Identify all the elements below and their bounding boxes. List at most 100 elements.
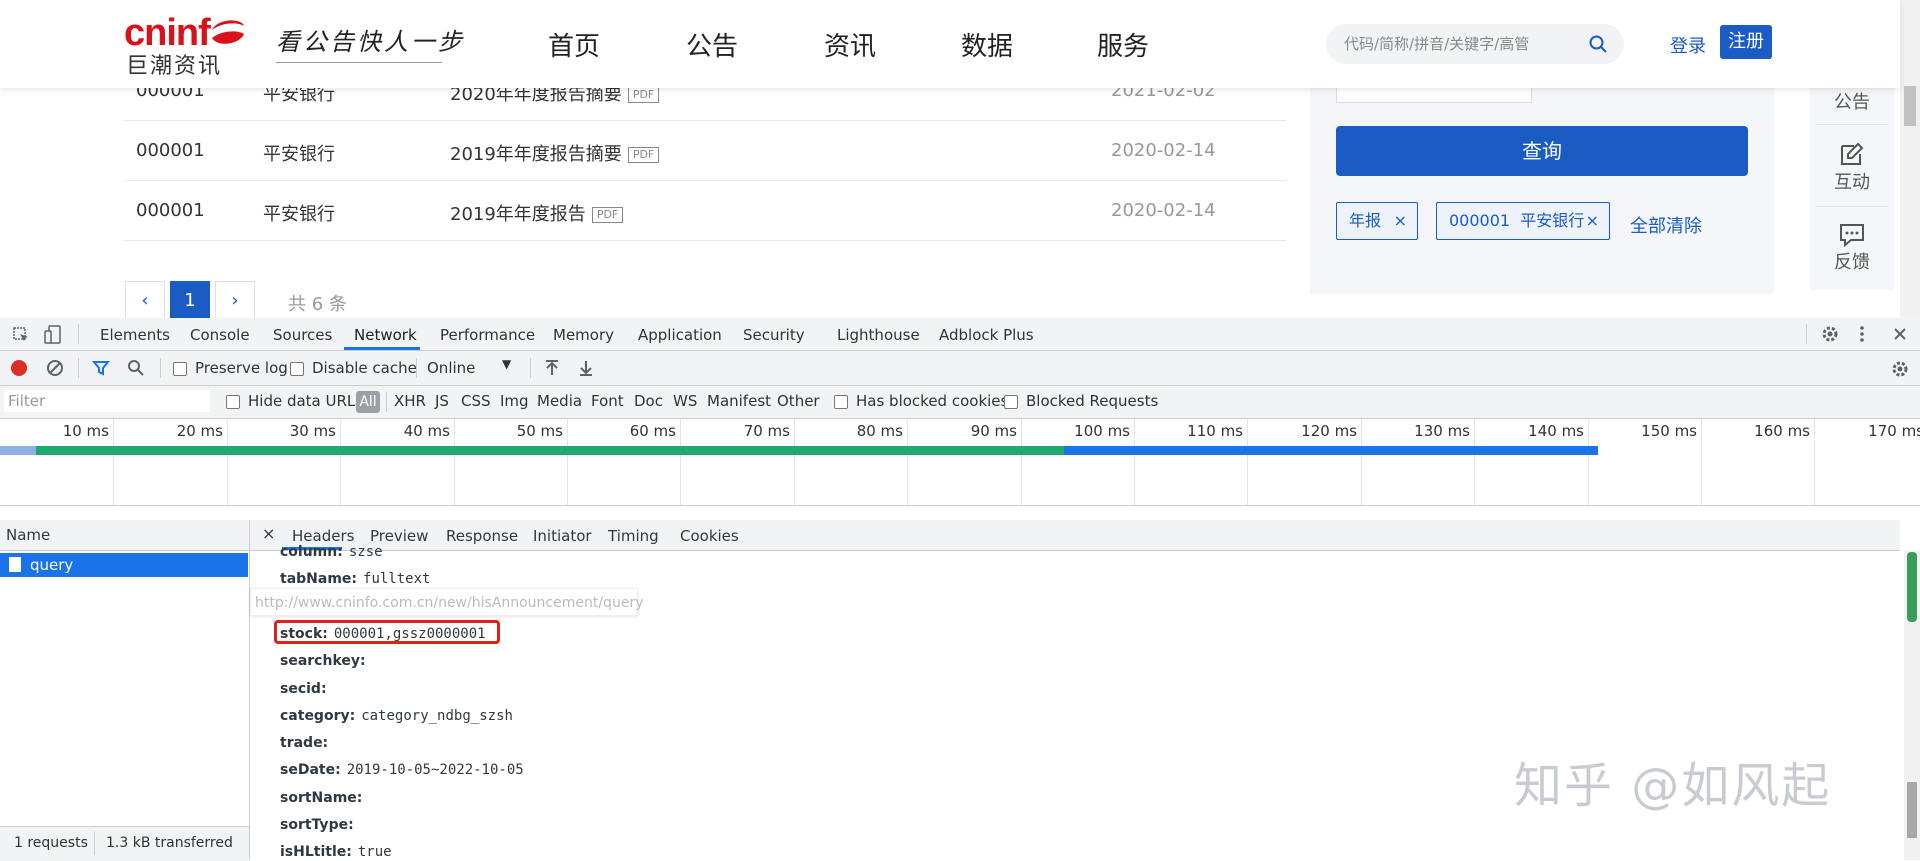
form-data-row: category: category_ndbg_szsh [280,708,513,724]
table-row[interactable]: 000001 平安银行 2019年年度报告摘要 PDF 2020-02-14 [124,120,1286,181]
watermark: 知乎 @如风起 [1514,758,1832,814]
row-title[interactable]: 2019年年度报告 PDF [450,200,624,226]
tab-preview[interactable]: Preview [370,527,428,545]
pdf-icon[interactable]: PDF [627,147,660,163]
close-icon[interactable] [1892,326,1908,342]
has-blocked-cookies-checkbox[interactable] [834,395,848,409]
export-har-icon[interactable] [578,359,594,377]
register-button[interactable]: 注册 [1720,25,1772,59]
filter-input[interactable]: Filter [4,390,210,412]
type-filter-other[interactable]: Other [777,392,820,410]
divider [386,392,387,412]
gear-icon[interactable] [1820,324,1840,344]
type-filter-manifest[interactable]: Manifest [707,392,771,410]
edit-icon [1841,142,1864,165]
filter-icon[interactable] [92,359,110,377]
tab-performance[interactable]: Performance [440,326,535,344]
more-options-icon[interactable] [1856,324,1868,344]
tab-headers[interactable]: Headers [292,527,354,545]
disable-cache-checkbox[interactable] [290,362,304,376]
tag-close-icon[interactable]: × [1586,203,1599,239]
scrollbar-thumb-lower[interactable] [1907,782,1917,838]
tab-elements[interactable]: Elements [100,326,170,344]
page-scrollbar-thumb[interactable] [1904,86,1916,126]
disable-cache-label: Disable cache [312,359,417,377]
tab-memory[interactable]: Memory [553,326,614,344]
detail-scrollbar[interactable] [1904,550,1920,860]
device-toolbar-icon[interactable] [44,325,62,345]
search-icon[interactable] [127,359,145,377]
pager-prev-button[interactable]: ‹ [125,281,165,318]
throttling-select[interactable]: Online [427,359,475,377]
nav-news[interactable]: 资讯 [824,26,876,63]
blocked-requests-checkbox[interactable] [1004,395,1018,409]
nav-home[interactable]: 首页 [548,26,600,63]
login-link[interactable]: 登录 [1670,32,1706,58]
search-input[interactable]: 代码/简称/拼音/关键字/高管 [1326,24,1624,64]
query-button[interactable]: 查询 [1336,126,1748,176]
close-detail-icon[interactable]: × [262,524,275,543]
pdf-icon[interactable]: PDF [591,207,624,223]
request-row-query[interactable]: query [0,553,248,577]
tab-console[interactable]: Console [190,326,250,344]
chevron-down-icon[interactable]: ▼ [502,357,511,371]
side-item-interaction[interactable]: 互动 [1810,140,1894,194]
tab-timing[interactable]: Timing [608,527,659,545]
hide-data-urls-checkbox[interactable] [226,395,240,409]
row-date: 2020-02-14 [1111,200,1216,221]
pdf-icon[interactable]: PDF [627,87,660,103]
nav-announcements[interactable]: 公告 [686,26,738,63]
type-filter-ws[interactable]: WS [673,392,697,410]
tab-sources[interactable]: Sources [273,326,332,344]
form-data-value: 2019-10-05~2022-10-05 [346,762,524,778]
type-filter-all[interactable]: All [356,391,380,413]
type-filter-css[interactable]: CSS [461,392,491,410]
hide-data-urls-label: Hide data URLs [248,392,364,410]
form-data-key: isHLtitle: [280,844,352,860]
clear-all-link[interactable]: 全部清除 [1630,212,1702,238]
row-title-text: 2019年年度报告 [450,204,586,225]
type-filter-js[interactable]: JS [435,392,449,410]
tag-close-icon[interactable]: × [1394,203,1407,239]
preserve-log-checkbox[interactable] [173,362,187,376]
type-filter-doc[interactable]: Doc [634,392,663,410]
nav-services[interactable]: 服务 [1097,26,1149,63]
network-toolbar: Preserve log Disable cache Online ▼ [0,351,1920,386]
type-filter-xhr[interactable]: XHR [394,392,426,410]
tab-network[interactable]: Network [354,326,417,344]
type-filter-media[interactable]: Media [537,392,582,410]
tab-security[interactable]: Security [743,326,805,344]
type-filter-img[interactable]: Img [500,392,529,410]
tab-initiator[interactable]: Initiator [533,527,592,545]
tab-adblock-plus[interactable]: Adblock Plus [939,326,1034,344]
side-item-feedback[interactable]: 反馈 [1810,222,1894,274]
nav-data[interactable]: 数据 [961,26,1013,63]
name-column-header[interactable]: Name [0,520,249,551]
network-settings-icon[interactable] [1890,359,1910,379]
pager-total: 共 6 条 [288,294,347,315]
type-filter-font[interactable]: Font [591,392,624,410]
record-icon[interactable] [10,359,28,377]
tab-application[interactable]: Application [638,326,722,344]
row-title-text: 2019年年度报告摘要 [450,144,622,165]
side-item-announcement[interactable]: 公告 [1810,88,1894,114]
row-code: 000001 [136,140,205,161]
import-har-icon[interactable] [544,359,560,377]
website-viewport: 000001 平安银行 2020年年度报告摘要 PDF 2021-02-02 00… [0,0,1920,318]
timeline-gridline [1474,419,1475,505]
timeline-tick-label: 140 ms [1528,422,1584,440]
pager-next-button[interactable]: › [215,281,255,318]
tab-lighthouse[interactable]: Lighthouse [837,326,920,344]
clear-icon[interactable] [46,359,64,377]
pager-page-1[interactable]: 1 [170,281,210,318]
page-scrollbar[interactable] [1900,0,1920,318]
timeline-tick-label: 160 ms [1754,422,1810,440]
tab-response[interactable]: Response [446,527,518,545]
scrollbar-thumb[interactable] [1907,552,1917,622]
table-row[interactable]: 000001 平安银行 2019年年度报告 PDF 2020-02-14 [124,180,1286,241]
search-icon[interactable] [1588,34,1608,54]
tab-cookies[interactable]: Cookies [680,527,739,545]
inspect-element-icon[interactable] [12,326,30,344]
annotation-highlight-box [274,620,500,644]
row-title[interactable]: 2019年年度报告摘要 PDF [450,140,660,166]
